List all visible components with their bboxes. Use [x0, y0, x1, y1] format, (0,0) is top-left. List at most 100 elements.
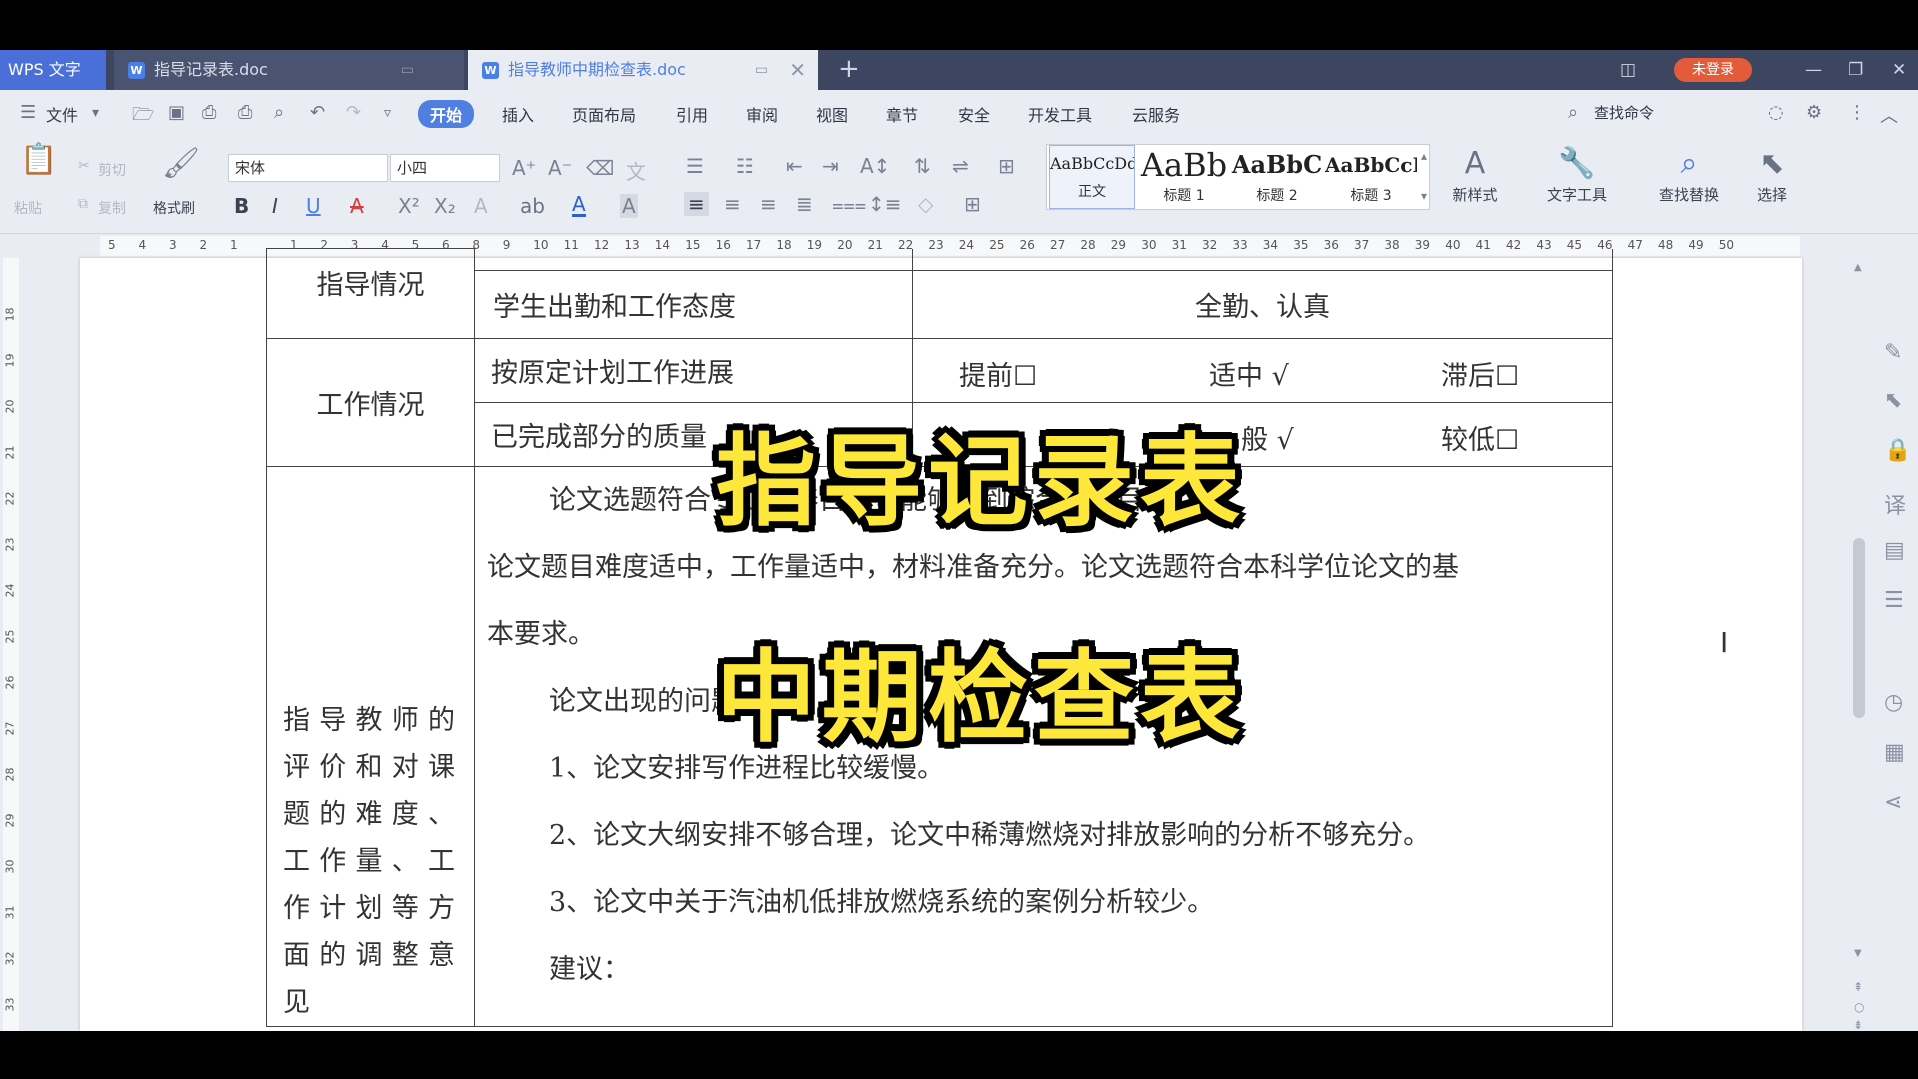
restore-icon[interactable]: ❐	[1848, 50, 1863, 90]
distribute-icon[interactable]: ⩶	[832, 192, 866, 216]
scroll-down-arrow-icon[interactable]: ▼	[1854, 948, 1862, 959]
align-right-icon[interactable]: ≡	[760, 192, 777, 216]
find-replace-button[interactable]: ⌕ 查找替换	[1644, 144, 1734, 205]
text-effect-icon[interactable]: A	[474, 194, 488, 218]
copy-label[interactable]: 复制	[98, 198, 126, 218]
menu-cloud[interactable]: 云服务	[1132, 102, 1180, 126]
line-spacing-icon[interactable]: ↕≡	[868, 192, 902, 216]
undo-icon[interactable]: ↶	[310, 102, 325, 123]
prev-page-icon[interactable]: ⇞	[1853, 980, 1863, 994]
document-icon[interactable]: ▦	[1884, 740, 1905, 765]
outline-icon[interactable]: ☰	[1884, 588, 1904, 613]
strikethrough-icon[interactable]: A	[350, 194, 364, 218]
subscript-icon[interactable]: X₂	[434, 194, 456, 218]
menu-file[interactable]: 文件	[46, 102, 78, 126]
italic-icon[interactable]: I	[272, 194, 278, 218]
text-direction-icon[interactable]: A↕	[860, 154, 890, 178]
print-preview-icon[interactable]: ⌕	[274, 102, 284, 123]
gear-icon[interactable]: ⚙	[1806, 102, 1822, 123]
app-brand[interactable]: WPS 文字	[0, 50, 106, 90]
font-color-icon[interactable]: A	[572, 194, 586, 217]
new-tab-icon[interactable]: +	[838, 50, 860, 88]
pen-icon[interactable]: ✎	[1884, 340, 1902, 365]
select-browse-icon[interactable]: ○	[1854, 1000, 1864, 1014]
justify-icon[interactable]: ≣	[796, 192, 813, 216]
option-behind[interactable]: 滞后☐	[1441, 354, 1519, 393]
align-left-icon[interactable]: ≡	[684, 192, 709, 216]
translate-icon[interactable]: 译	[1884, 488, 1906, 520]
save-icon[interactable]: ▣	[168, 102, 185, 123]
monitor-icon[interactable]: ▭	[755, 50, 768, 90]
tab-document[interactable]: W 指导记录表.doc ▭	[114, 50, 464, 90]
menu-insert[interactable]: 插入	[502, 102, 534, 126]
number-list-icon[interactable]: ☷	[736, 154, 754, 178]
command-search[interactable]: 查找命令	[1594, 102, 1654, 123]
tab-document-active[interactable]: W 指导教师中期检查表.doc ▭ ✕	[468, 50, 818, 90]
cut-label[interactable]: 剪切	[98, 160, 126, 180]
highlight-icon[interactable]: ab	[520, 194, 545, 218]
increase-indent-icon[interactable]: ⇥	[822, 154, 839, 178]
vertical-ruler[interactable]: 18 19 20 21 22 23 24 25 26 27 28 29 30 31 32 33	[0, 258, 22, 1031]
style-heading-2[interactable]: AaBbC 标题 2	[1231, 145, 1323, 209]
select-button[interactable]: ⬉ 选择	[1742, 144, 1802, 205]
shrink-font-icon[interactable]: A⁻	[548, 156, 572, 180]
close-window-icon[interactable]: ✕	[1892, 50, 1906, 90]
hamburger-icon[interactable]: ☰	[20, 102, 36, 123]
quick-access-icon[interactable]: ▿	[384, 105, 391, 121]
monitor-icon[interactable]: ▭	[401, 50, 414, 90]
open-icon[interactable]: 🗁	[132, 102, 154, 132]
option-low[interactable]: 较低☐	[1441, 418, 1519, 457]
superscript-icon[interactable]: X²	[398, 194, 420, 218]
chevron-down-icon[interactable]: ▾	[92, 105, 99, 121]
search-icon[interactable]: ⌕	[1568, 102, 1578, 123]
pointer-icon[interactable]: ⬉	[1884, 388, 1902, 413]
border-icon[interactable]: ⊞	[964, 192, 981, 216]
expand-styles-icon[interactable]: ▾	[1421, 189, 1427, 203]
fill-icon[interactable]: ◇	[918, 192, 933, 216]
lock-icon[interactable]: 🔒	[1884, 438, 1911, 463]
clear-format-icon[interactable]: ⌫	[586, 156, 614, 180]
scroll-up-arrow-icon[interactable]: ▲	[1854, 262, 1862, 273]
menu-start[interactable]: 开始	[418, 100, 475, 128]
next-page-icon[interactable]: ⇟	[1853, 1018, 1863, 1031]
decrease-indent-icon[interactable]: ⇤	[786, 154, 803, 178]
collapse-ribbon-icon[interactable]: ︿	[1880, 102, 1898, 128]
bullet-list-icon[interactable]: ☰	[686, 154, 704, 178]
phonetic-icon[interactable]: 文	[626, 156, 646, 185]
menu-references[interactable]: 引用	[676, 102, 708, 126]
style-heading-3[interactable]: AaBbCcI 标题 3	[1325, 145, 1417, 209]
menu-security[interactable]: 安全	[958, 102, 990, 126]
archive-icon[interactable]: ▤	[1884, 538, 1905, 563]
print-icon[interactable]: ⎙	[238, 102, 252, 123]
new-style-button[interactable]: A 新样式	[1440, 144, 1510, 205]
option-ahead[interactable]: 提前☐	[959, 354, 1037, 393]
option-average[interactable]: 般 √	[1241, 418, 1294, 457]
paste-label[interactable]: 粘贴	[14, 198, 42, 218]
copy-icon[interactable]: ⧉	[78, 196, 88, 212]
style-heading-1[interactable]: AaBb 标题 1	[1139, 145, 1229, 209]
history-icon[interactable]: ◷	[1884, 690, 1903, 715]
menu-chapter[interactable]: 章节	[886, 102, 918, 126]
sort-icon[interactable]: ⇅	[914, 154, 931, 178]
format-painter-label[interactable]: 格式刷	[153, 198, 195, 218]
grow-font-icon[interactable]: A⁺	[512, 156, 536, 180]
cut-icon[interactable]: ✂	[78, 158, 90, 174]
login-button[interactable]: 未登录	[1674, 58, 1752, 82]
comment-icon[interactable]: ◌	[1768, 102, 1784, 123]
option-moderate[interactable]: 适中 √	[1209, 354, 1289, 393]
minimize-icon[interactable]: —	[1805, 50, 1822, 90]
char-shading-icon[interactable]: A	[620, 194, 638, 218]
scrollbar-thumb[interactable]	[1853, 538, 1865, 718]
share-icon[interactable]: ⋖	[1884, 790, 1902, 815]
close-icon[interactable]: ✕	[789, 50, 806, 90]
bold-icon[interactable]: B	[234, 194, 249, 218]
layout-icon[interactable]: ◫	[1620, 50, 1636, 90]
menu-review[interactable]: 审阅	[746, 102, 778, 126]
font-size-select[interactable]: 小四	[390, 154, 500, 182]
table-icon[interactable]: ⊞	[998, 154, 1015, 178]
export-pdf-icon[interactable]: ⎙	[202, 102, 216, 123]
scroll-up-icon[interactable]: ▴	[1421, 149, 1427, 163]
align-center-icon[interactable]: ≡	[724, 192, 741, 216]
redo-icon[interactable]: ↷	[346, 102, 361, 123]
menu-developer[interactable]: 开发工具	[1028, 102, 1092, 126]
